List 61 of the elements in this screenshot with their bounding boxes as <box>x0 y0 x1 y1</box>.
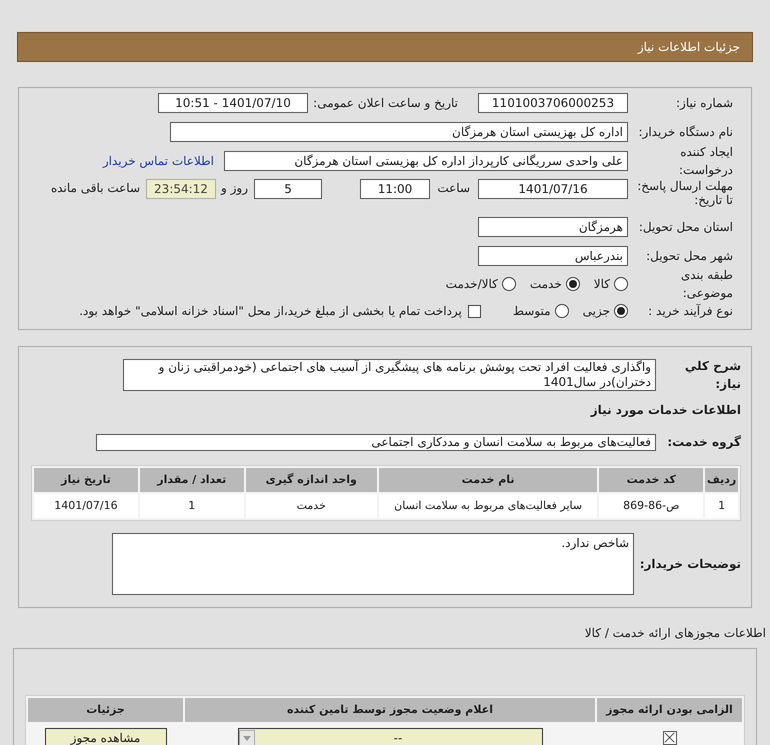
checkbox-label: پرداخت تمام یا بخشی از مبلغ خرید،از محل "اسناد خزانه اسلامی" خواهد بود. <box>79 303 462 320</box>
field-label: استان محل تحویل: <box>638 219 733 236</box>
field-label: شرح کلي نياز: <box>684 358 741 393</box>
view-permit-button[interactable]: مشاهده مجوز <box>44 728 166 745</box>
radio-button[interactable] <box>566 277 580 291</box>
input-field: فعالیت‌های مربوط به سلامت انسان و مددکاری اجتماعی <box>96 434 656 450</box>
field-label: شهر محل تحویل: <box>645 248 733 265</box>
field-label: گروه خدمت: <box>666 434 741 451</box>
input-field: اداره کل بهزیستی استان هرمزگان <box>170 122 628 142</box>
column-header: کد خدمت <box>599 468 704 492</box>
page-title: جزئیات اطلاعات نیاز <box>638 39 740 56</box>
input-field: بندرعباس <box>478 246 628 266</box>
radio-button[interactable] <box>554 304 569 318</box>
column-header: واحد اندازه گیری <box>246 468 377 492</box>
radio-label: متوسط <box>512 303 551 320</box>
notes-field: شاخص ندارد. <box>112 533 634 595</box>
field-label: ایجاد کننده درخواست: <box>678 144 733 179</box>
section-title: اطلاعات مجوزهای ارائه خدمت / کالا <box>584 626 766 640</box>
input-field: 1401/07/10 - 10:51 <box>158 93 308 113</box>
table-cell: 1 <box>705 494 738 518</box>
column-header: تعداد / مقدار <box>140 468 244 492</box>
field-label: نوع فرآیند خرید : <box>647 303 733 320</box>
column-header: ردیف <box>705 468 738 492</box>
status-dropdown[interactable]: -- <box>238 728 542 745</box>
field-label: مهلت ارسال پاسخ: تا تاریخ: <box>636 179 733 207</box>
checkbox[interactable] <box>468 304 481 318</box>
table-cell: 1401/07/16 <box>34 494 138 518</box>
column-header: جزئیات <box>28 698 183 722</box>
radio-label: کالا <box>594 276 610 293</box>
column-header: نام خدمت <box>378 468 598 492</box>
table-cell: 1 <box>140 494 244 518</box>
field-label: روز و <box>220 180 248 197</box>
column-header: الزامی بودن ارائه مجوز <box>597 698 742 722</box>
field-label: شماره نیاز: <box>675 95 733 112</box>
radio-label: جزیی <box>582 303 610 320</box>
section-title: اطلاعات خدمات مورد نیاز <box>589 402 741 419</box>
column-header: تاریخ نیاز <box>34 468 138 492</box>
input-field: 5 <box>254 179 322 199</box>
countdown-field: 23:54:12 <box>146 179 216 199</box>
contact-link[interactable]: اطلاعات تماس خریدار <box>102 152 214 170</box>
radio-button[interactable] <box>614 304 628 318</box>
field-label: ساعت <box>436 180 470 197</box>
input-field: 1101003706000253 <box>478 93 628 113</box>
table-cell: سایر فعالیت‌های مربوط به سلامت انسان <box>378 494 598 518</box>
radio-label: کالا/خدمت <box>446 276 498 293</box>
input-field: هرمزگان <box>478 217 628 237</box>
input-field: 1401/07/16 <box>478 179 628 199</box>
radio-button[interactable] <box>614 277 628 291</box>
description-field: واگذاری فعالیت افراد تحت پوشش برنامه های پیشگیری از آسیب های اجتماعی (خودمراقبتی زنان و دختران)در سال1401 <box>123 359 656 391</box>
field-label: نام دستگاه خریدار: <box>638 124 733 141</box>
field-label: ساعت باقی مانده <box>50 180 140 197</box>
input-field: علی واحدی سرریگانی کارپرداز اداره کل بهزیستی استان هرمزگان <box>224 151 628 171</box>
table-cell: ص-86-869 <box>599 494 704 518</box>
table-cell: خدمت <box>246 494 377 518</box>
field-label: توضیحات خریدار: <box>638 556 741 573</box>
radio-button[interactable] <box>502 277 516 291</box>
field-label: طبقه بندی موضوعی: <box>680 267 733 302</box>
radio-label: خدمت <box>530 276 562 293</box>
column-header: اعلام وضعیت مجوز توسط تامین کننده <box>185 698 595 722</box>
input-field: 11:00 <box>360 179 430 199</box>
field-label: تاریخ و ساعت اعلان عمومی: <box>312 95 458 112</box>
